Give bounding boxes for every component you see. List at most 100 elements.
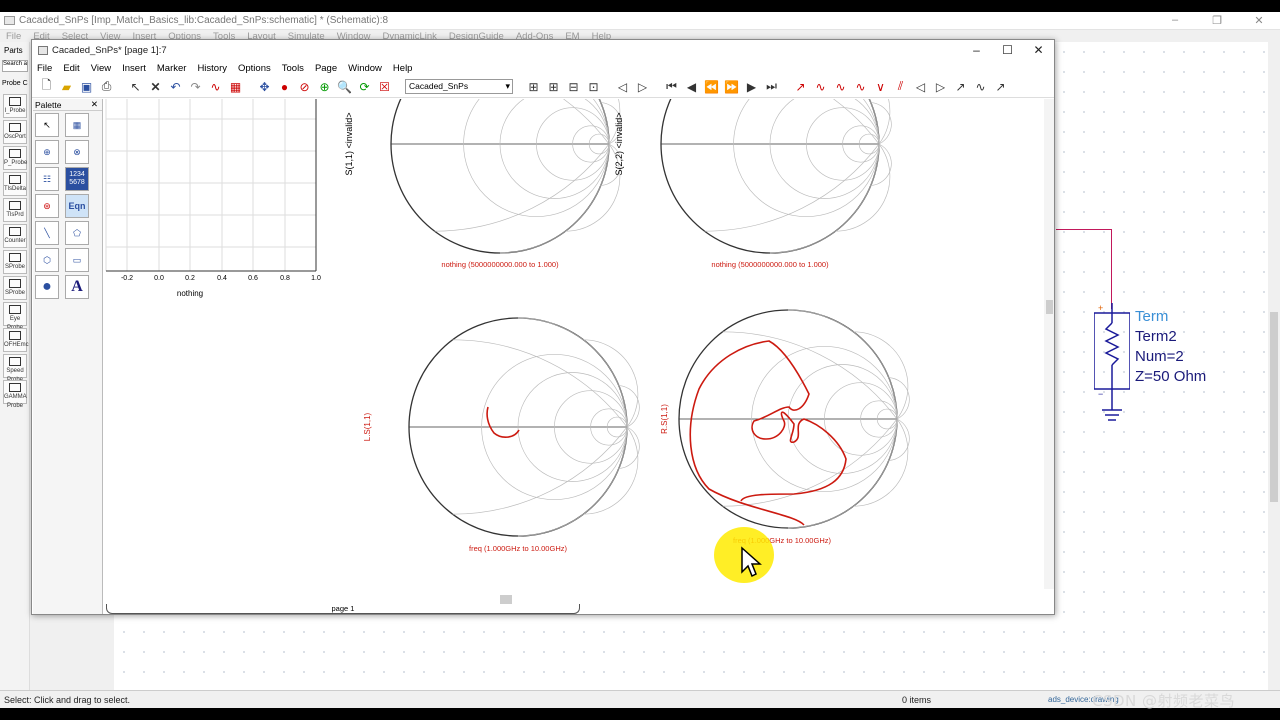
zoom-icon[interactable]: 🔍 xyxy=(336,78,353,95)
delete-icon[interactable]: ✕ xyxy=(147,78,164,95)
marker-tool-1-icon[interactable]: ↗ xyxy=(792,78,809,95)
plot-vertical-scroll-thumb[interactable] xyxy=(1046,300,1053,314)
rect-plot-tool-icon[interactable]: ▦ xyxy=(65,113,89,137)
bg-close-icon[interactable]: ✕ xyxy=(1238,14,1280,27)
menu-options[interactable]: Options xyxy=(238,63,271,74)
equation-tool-icon[interactable]: Eqn xyxy=(65,194,89,218)
menu-window[interactable]: Window xyxy=(348,63,382,74)
number-list-tool-icon[interactable]: 1234 5678 xyxy=(65,167,89,191)
marker-right-icon[interactable]: ▷ xyxy=(932,78,949,95)
minimize-icon[interactable]: – xyxy=(961,40,992,60)
remove-marker-icon[interactable]: ⊘ xyxy=(296,78,313,95)
iprobe-tool[interactable]: I_Probe xyxy=(3,94,27,118)
sprobe-tool[interactable]: SProbe xyxy=(3,250,27,274)
menu-marker[interactable]: Marker xyxy=(157,63,187,74)
close-icon[interactable]: ✕ xyxy=(1023,40,1054,60)
next-page-icon[interactable]: ▶ xyxy=(743,78,760,95)
move-icon[interactable]: ✥ xyxy=(256,78,273,95)
text-tool-icon[interactable]: A xyxy=(65,275,89,299)
forward-icon[interactable]: ⏩ xyxy=(723,78,740,95)
smith-chart-ls11[interactable]: L.S(1,1) freq (1.000GHz to 10.00GHz) xyxy=(363,317,640,553)
open-icon[interactable]: ▰ xyxy=(58,78,75,95)
new-icon[interactable]: 🗋 xyxy=(38,78,55,95)
term-resistor-symbol[interactable]: + − xyxy=(1094,303,1130,398)
counter-tool[interactable]: Counter xyxy=(3,224,27,248)
marker-tool-6-icon[interactable]: ⫽ xyxy=(892,78,909,95)
menu-history[interactable]: History xyxy=(197,63,227,74)
menu-file[interactable]: File xyxy=(37,63,52,74)
next-icon[interactable]: ▷ xyxy=(634,78,651,95)
smith-chart-tool-icon[interactable]: ⊗ xyxy=(65,140,89,164)
menu-page[interactable]: Page xyxy=(315,63,337,74)
antenna-plot-tool-icon[interactable]: ⊛ xyxy=(35,194,59,218)
gamma-probe-tool[interactable]: GAMMA Probe xyxy=(3,380,27,409)
bg-maximize-icon[interactable]: ❐ xyxy=(1196,14,1238,27)
print-icon[interactable]: ⎙ xyxy=(98,78,115,95)
select-arrow-icon[interactable]: ↖ xyxy=(127,78,144,95)
zoom-out-icon[interactable]: ⊟ xyxy=(565,78,582,95)
plot-horizontal-scroll-thumb[interactable] xyxy=(500,595,512,604)
select-arrow-tool-icon[interactable]: ↖ xyxy=(35,113,59,137)
menu-view[interactable]: View xyxy=(91,63,111,74)
marker-tool-2-icon[interactable]: ∿ xyxy=(812,78,829,95)
zoom-fit-icon[interactable]: ⊞ xyxy=(525,78,542,95)
probe-category[interactable]: Probe C xyxy=(2,80,28,87)
rectangle-tool-icon[interactable]: ▭ xyxy=(65,248,89,272)
speed-probe-tool[interactable]: Speed Probe xyxy=(3,354,27,383)
bg-menu-file[interactable]: File xyxy=(6,31,21,42)
rect-plot[interactable]: -0.2 0.0 0.2 0.4 0.6 0.8 1.0 nothing xyxy=(105,99,321,298)
smith-chart-s22[interactable]: S(2,2) <invalid> nothing (5000000000.000… xyxy=(614,99,892,269)
eye-probe-tool[interactable]: Eye Probe xyxy=(3,302,27,331)
bg-vertical-scroll-thumb[interactable] xyxy=(1270,312,1278,502)
marker-tool-5-icon[interactable]: ∨ xyxy=(872,78,889,95)
marker-tool-4-icon[interactable]: ∿ xyxy=(852,78,869,95)
list-tool-icon[interactable]: ☷ xyxy=(35,167,59,191)
menu-edit[interactable]: Edit xyxy=(63,63,79,74)
pprobe-tool[interactable]: P_Probe xyxy=(3,146,27,170)
polar-plot-tool-icon[interactable]: ⊕ xyxy=(35,140,59,164)
palette-close-icon[interactable]: ✕ xyxy=(91,99,98,110)
stop-icon[interactable]: ☒ xyxy=(376,78,393,95)
add-marker-icon[interactable]: ⊕ xyxy=(316,78,333,95)
record-icon[interactable]: ● xyxy=(276,78,293,95)
maximize-icon[interactable]: ☐ xyxy=(992,40,1023,60)
refresh-icon[interactable]: ⟳ xyxy=(356,78,373,95)
redo-icon[interactable]: ↷ xyxy=(187,78,204,95)
menu-tools[interactable]: Tools xyxy=(282,63,304,74)
sprobe2-tool[interactable]: SProbe xyxy=(3,276,27,300)
plot-icon[interactable]: ▦ xyxy=(227,78,244,95)
undo-icon[interactable]: ↶ xyxy=(167,78,184,95)
zoom-in-icon[interactable]: ⊞ xyxy=(545,78,562,95)
marker-tool-9-icon[interactable]: ↗ xyxy=(992,78,1009,95)
polygon-tool-icon[interactable]: ⬡ xyxy=(35,248,59,272)
menu-insert[interactable]: Insert xyxy=(122,63,146,74)
trace-icon[interactable]: ∿ xyxy=(207,78,224,95)
circle-tool-icon[interactable]: ● xyxy=(35,275,59,299)
marker-tool-8-icon[interactable]: ∿ xyxy=(972,78,989,95)
polyline-tool-icon[interactable]: ⬠ xyxy=(65,221,89,245)
dataset-select[interactable]: Cacaded_SnPs xyxy=(405,79,513,94)
marker-left-icon[interactable]: ◁ xyxy=(912,78,929,95)
tlsprd-tool[interactable]: TlsPrd xyxy=(3,198,27,222)
tlsdelta-tool[interactable]: TlsDelta xyxy=(3,172,27,196)
prev-page-icon[interactable]: ◀ xyxy=(683,78,700,95)
prev-icon[interactable]: ◁ xyxy=(614,78,631,95)
smith-chart-rs11[interactable]: R.S(1,1) freq (1.000GHz to 10.00GHz) xyxy=(660,309,910,545)
smith-chart-s11[interactable]: S(1,1) <invalid> nothing (5000000000.000… xyxy=(344,99,622,269)
first-page-icon[interactable]: ⏮ xyxy=(663,78,680,95)
line-tool-icon[interactable]: ╲ xyxy=(35,221,59,245)
parts-search-input[interactable]: Search a xyxy=(2,60,28,72)
page-tab[interactable]: page 1 xyxy=(106,604,580,614)
bg-minimize-icon[interactable]: – xyxy=(1154,14,1196,27)
last-page-icon[interactable]: ⏭ xyxy=(763,78,780,95)
plot-area[interactable]: -0.2 0.0 0.2 0.4 0.6 0.8 1.0 nothing S(1… xyxy=(104,99,1052,599)
marker-tool-3-icon[interactable]: ∿ xyxy=(832,78,849,95)
rewind-icon[interactable]: ⏪ xyxy=(703,78,720,95)
oscport-tool[interactable]: OscPort xyxy=(3,120,27,144)
ofhemc-tool[interactable]: OFHEmc xyxy=(3,328,29,352)
menu-help[interactable]: Help xyxy=(393,63,413,74)
zoom-area-icon[interactable]: ⊡ xyxy=(585,78,602,95)
marker-tool-7-icon[interactable]: ↗ xyxy=(952,78,969,95)
save-icon[interactable]: ▣ xyxy=(78,78,95,95)
plot-vertical-scrollbar[interactable] xyxy=(1044,99,1054,589)
